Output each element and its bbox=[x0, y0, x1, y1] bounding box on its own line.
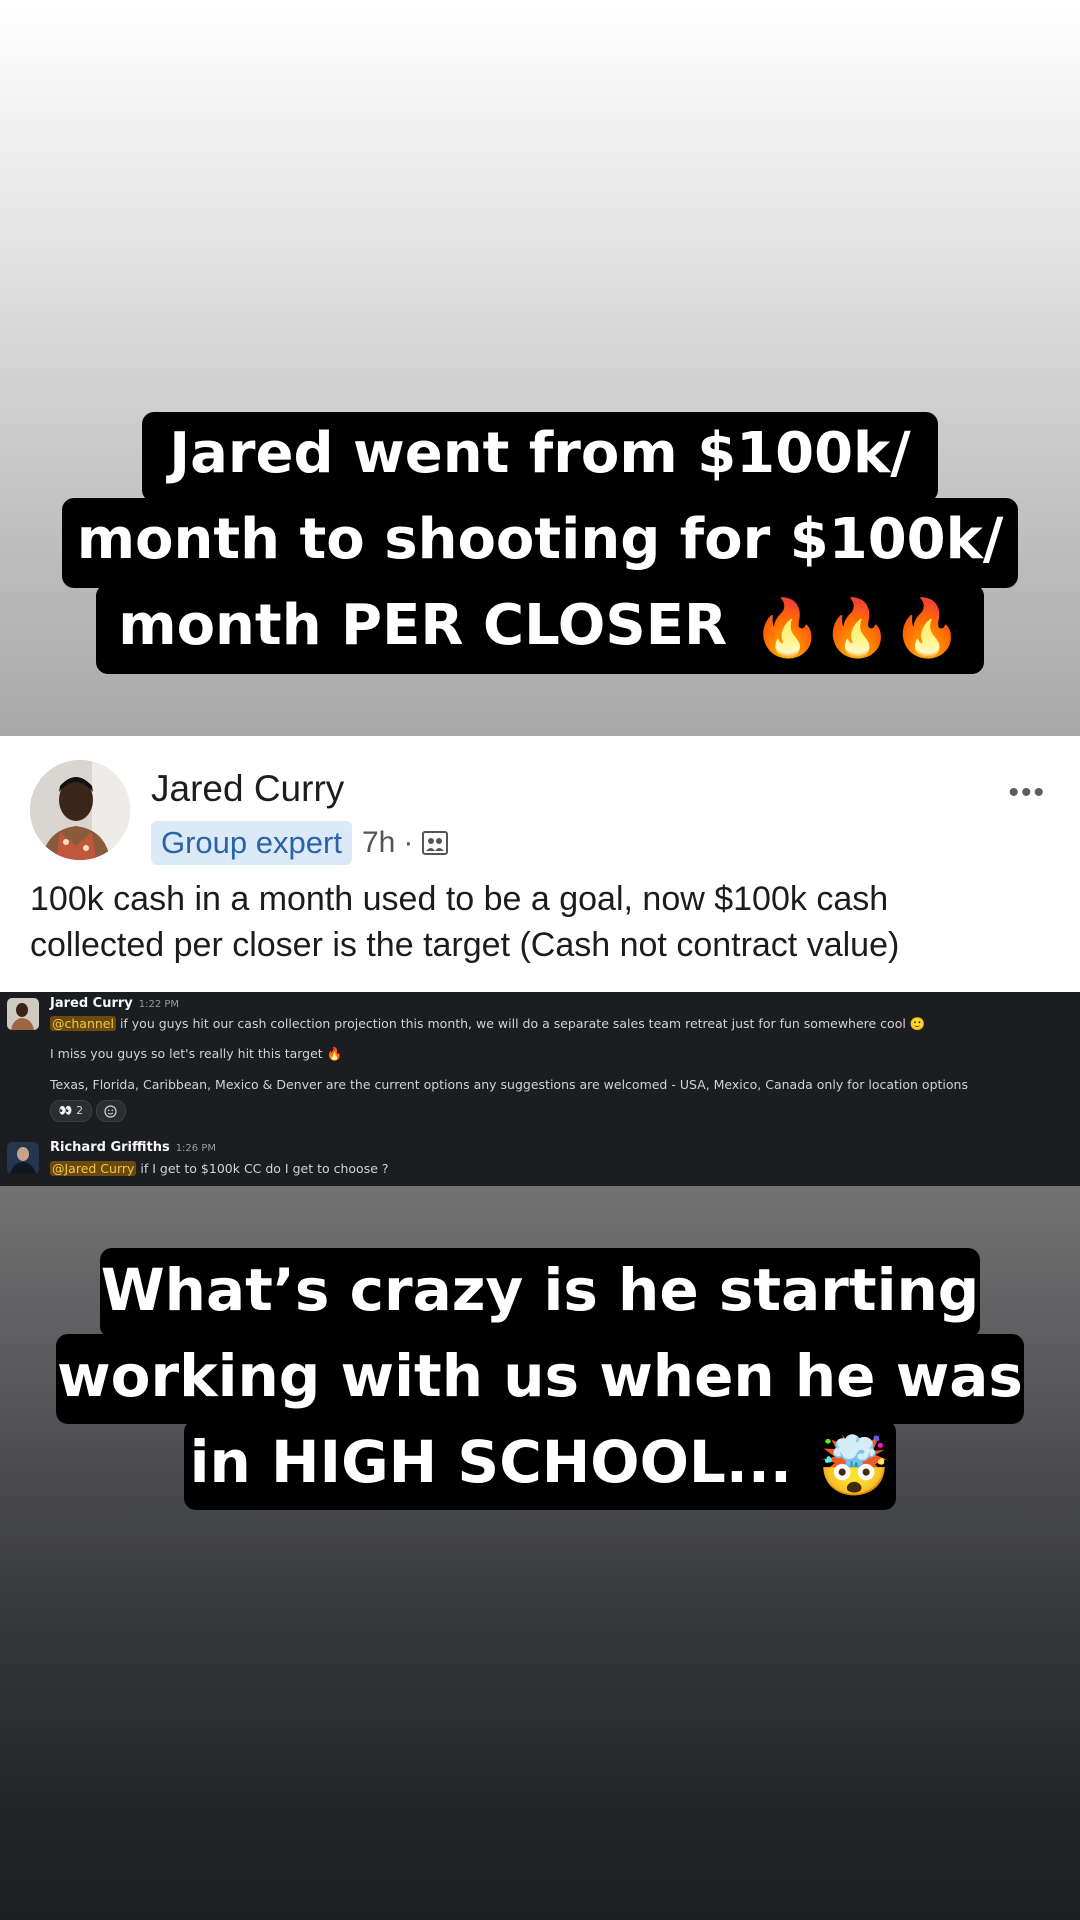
bottom-caption-line-2: working with us when he was bbox=[56, 1334, 1024, 1424]
group-expert-badge: Group expert bbox=[151, 821, 352, 865]
post-body-line-1: 100k cash in a month used to be a goal, … bbox=[30, 880, 889, 918]
top-caption-line-3: month PER CLOSER 🔥🔥🔥 bbox=[96, 584, 984, 674]
bottom-caption-line-3: in HIGH SCHOOL... 🤯 bbox=[184, 1420, 896, 1510]
channel-mention[interactable]: @channel bbox=[50, 1016, 116, 1031]
reaction-eyes[interactable]: 👀 2 bbox=[50, 1100, 92, 1122]
post-author-name[interactable]: Jared Curry bbox=[151, 768, 344, 810]
meta-separator: · bbox=[403, 826, 414, 859]
slack-message-1-line-2: I miss you guys so let's really hit this… bbox=[50, 1046, 343, 1061]
post-body: 100k cash in a month used to be a goal, … bbox=[30, 876, 1060, 968]
reaction-count: 2 bbox=[76, 1104, 84, 1117]
top-caption-line-2: month to shooting for $100k/ bbox=[62, 498, 1018, 588]
top-caption-line-1: Jared went from $100k/ bbox=[142, 412, 938, 502]
slack-avatar-jared[interactable] bbox=[7, 998, 39, 1030]
slack-avatar-richard[interactable] bbox=[7, 1142, 39, 1174]
exploding-head-emoji-icon: 🤯 bbox=[818, 1431, 891, 1500]
slack-author-richard[interactable]: Richard Griffiths 1:26 PM bbox=[50, 1140, 216, 1155]
eyes-emoji-icon: 👀 bbox=[58, 1104, 73, 1117]
slack-message-2-text: @Jared Curry if I get to $100k CC do I g… bbox=[50, 1161, 389, 1176]
slack-author-jared[interactable]: Jared Curry 1:22 PM bbox=[50, 996, 179, 1011]
slack-thread: Jared Curry 1:22 PM @channel if you guys … bbox=[0, 992, 1080, 1186]
fire-emoji-icon: 🔥🔥🔥 bbox=[752, 595, 962, 661]
group-visibility-icon bbox=[421, 829, 449, 857]
post-time: 7h bbox=[361, 826, 396, 859]
user-mention[interactable]: @Jared Curry bbox=[50, 1161, 137, 1176]
bottom-caption-line-1: What’s crazy is he starting bbox=[100, 1248, 980, 1338]
post-meta: Group expert 7h · bbox=[151, 821, 449, 865]
group-post-card: Jared Curry ••• Group expert 7h · 100k c… bbox=[0, 736, 1080, 992]
add-reaction-icon[interactable] bbox=[96, 1100, 126, 1122]
author-avatar[interactable] bbox=[30, 760, 130, 860]
more-options-icon[interactable]: ••• bbox=[1008, 776, 1046, 810]
slack-message-1-line-3: Texas, Florida, Caribbean, Mexico & Denv… bbox=[50, 1077, 968, 1092]
slack-message-1-line-1: @channel if you guys hit our cash collec… bbox=[50, 1016, 926, 1031]
post-body-line-2: collected per closer is the target (Cash… bbox=[30, 926, 900, 964]
